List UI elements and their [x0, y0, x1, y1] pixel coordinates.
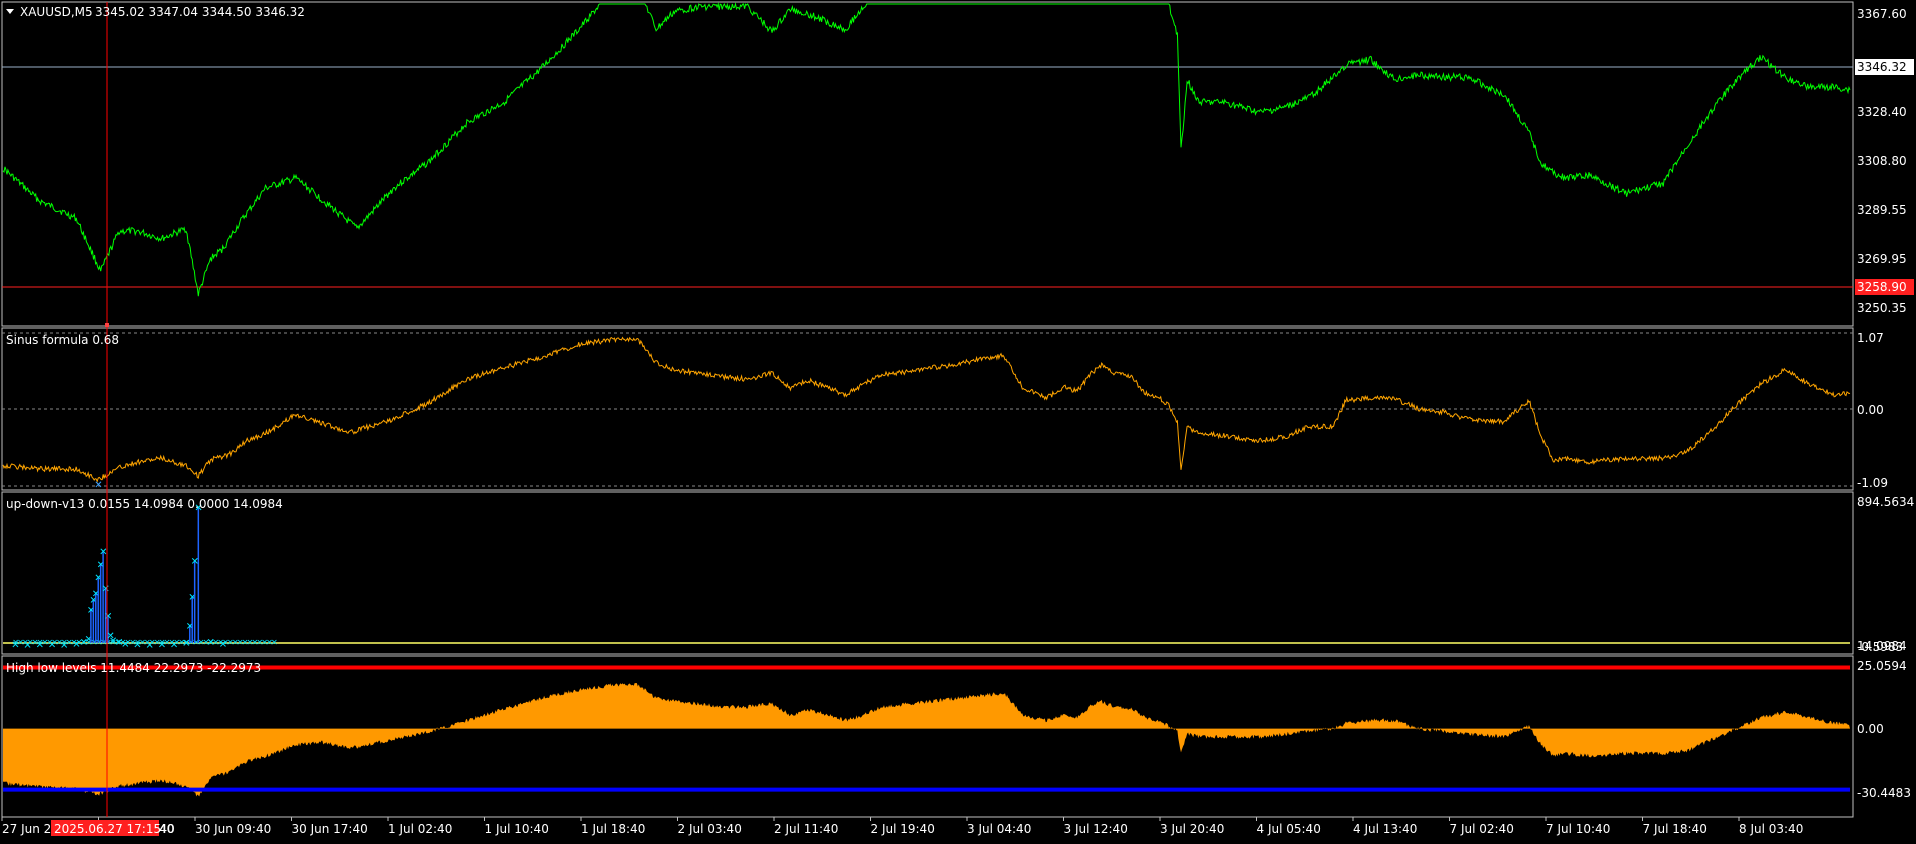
- updown-base-mark: ✕: [271, 638, 278, 647]
- updown-point: ✕: [170, 640, 178, 651]
- sinus-tick: 1.07: [1857, 331, 1884, 345]
- updown-point: ✕: [36, 640, 44, 651]
- hilo-pane-title: High low levels 11.4484 22.2973 -22.2973: [6, 661, 261, 675]
- crosshair-marker: [105, 323, 109, 327]
- updown-tick: 894.5634: [1857, 495, 1914, 509]
- current-price-label: 3346.32: [1857, 60, 1907, 74]
- chart-canvas[interactable]: ✕ ✕✕✕✕✕✕✕✕✕✕✕✕✕✕✕✕ ✕✕✕✕✕✕✕✕✕✕✕✕✕✕✕✕✕✕✕✕✕✕…: [0, 0, 1916, 840]
- crosshair-time-label: 2025.06.27 17:15: [54, 822, 161, 836]
- updown-point: ✕: [133, 640, 141, 651]
- hilo-tick: 25.0594: [1857, 659, 1907, 673]
- sinus-pane-title: Sinus formula 0.68: [6, 333, 119, 347]
- updown-point: ✕: [207, 638, 215, 649]
- updown-point: ✕: [102, 584, 110, 595]
- stop-level-label: 3258.90: [1857, 280, 1907, 294]
- time-label: 3 Jul 04:40: [967, 822, 1031, 836]
- updown-point: ✕: [121, 639, 129, 650]
- time-label: 2 Jul 03:40: [678, 822, 742, 836]
- time-label: 7 Jul 02:40: [1450, 822, 1514, 836]
- price-tick: 3328.40: [1857, 105, 1907, 119]
- ohlc-label: 3345.02 3347.04 3344.50 3346.32: [95, 5, 305, 19]
- time-label: 4 Jul 13:40: [1353, 822, 1417, 836]
- crosshair-time-suffix: 40: [159, 822, 174, 836]
- updown-point: ✕: [48, 640, 56, 651]
- price-tick: 3308.80: [1857, 154, 1907, 168]
- price-tick: 3250.35: [1857, 301, 1907, 315]
- updown-point: ✕: [158, 640, 166, 651]
- time-label: 7 Jul 10:40: [1546, 822, 1610, 836]
- trading-chart-window[interactable]: ✕ ✕ ✕ ✕ ✕ ✕ ✕ ✕ ✕ ✕ ✕ ✕ ✕ ✕ ✕ ✕ ✕ ✕ ✕ ✕ ✕ ✕ ✕ ✕ ✕ ✕ ✕ ✕ ✕ ✕ ✕ ✕ ✕ ✕ ✕ ✕ ✕ ✕ ✕…: [0, 0, 1916, 840]
- hilo-tick: -30.4483: [1857, 786, 1911, 800]
- time-label: 1 Jul 18:40: [581, 822, 645, 836]
- time-label: 1 Jul 02:40: [388, 822, 452, 836]
- time-label: 27 Jun 2: [2, 822, 51, 836]
- time-label: 2 Jul 11:40: [774, 822, 838, 836]
- sinus-tick: 0.00: [1857, 403, 1884, 417]
- updown-point: ✕: [219, 640, 227, 651]
- updown-tick: -0.5983: [1857, 640, 1903, 654]
- time-label: 3 Jul 20:40: [1160, 822, 1224, 836]
- sinus-tick: -1.09: [1857, 476, 1888, 490]
- time-label: 8 Jul 03:40: [1739, 822, 1803, 836]
- time-label: 7 Jul 18:40: [1643, 822, 1707, 836]
- updown-point: ✕: [145, 640, 153, 651]
- price-tick: 3367.60: [1857, 7, 1907, 21]
- time-label: 3 Jul 12:40: [1064, 822, 1128, 836]
- price-tick: 3269.95: [1857, 252, 1907, 266]
- time-label: 1 Jul 10:40: [485, 822, 549, 836]
- time-label: 30 Jun 17:40: [292, 822, 368, 836]
- hilo-tick: 0.00: [1857, 722, 1884, 736]
- time-label: 30 Jun 09:40: [195, 822, 271, 836]
- symbol-label: XAUUSD,M5: [20, 5, 93, 19]
- updown-point: ✕: [11, 640, 19, 651]
- updown-point: ✕: [60, 640, 68, 651]
- time-label: 4 Jul 05:40: [1257, 822, 1321, 836]
- updown-point: ✕: [99, 547, 107, 558]
- time-label: 2 Jul 19:40: [871, 822, 935, 836]
- price-tick: 3289.55: [1857, 203, 1907, 217]
- updown-point: ✕: [104, 612, 112, 623]
- updown-point: ✕: [23, 640, 31, 651]
- sinus-low-marker: ✕: [94, 480, 102, 491]
- updown-pane-title: up-down-v13 0.0155 14.0984 0.0000 14.098…: [6, 497, 283, 511]
